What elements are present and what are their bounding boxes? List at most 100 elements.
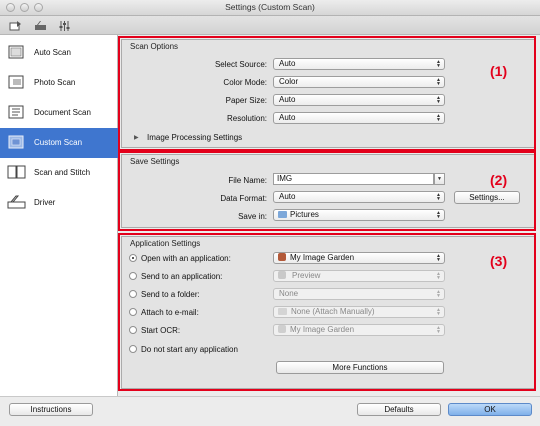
marker-1: (1) (490, 63, 508, 79)
paper-size-dropdown[interactable]: Auto ▲ ▼ (273, 94, 445, 106)
color-mode-label: Color Mode: (223, 78, 267, 87)
my-image-garden-icon (278, 325, 286, 333)
general-settings-icon[interactable] (58, 19, 71, 32)
updown-arrows-icon: ▲ ▼ (436, 77, 441, 87)
color-mode-value: Color (279, 77, 299, 86)
auto-scan-icon (7, 44, 27, 61)
resolution-dropdown[interactable]: Auto ▲ ▼ (273, 112, 445, 124)
custom-scan-icon (7, 134, 27, 151)
instructions-button[interactable]: Instructions (9, 403, 93, 416)
radio-button[interactable] (129, 345, 137, 353)
updown-arrows-icon: ▲ ▼ (436, 95, 441, 105)
resolution-label: Resolution: (226, 114, 267, 123)
chevron-down-icon: ▼ (437, 176, 442, 182)
send-to-folder-dropdown[interactable]: None ▲ ▼ (273, 288, 445, 300)
send-to-folder-radio[interactable]: Send to a folder: (129, 288, 200, 300)
radio-label: Send to a folder: (141, 289, 200, 299)
sidebar-item-document-scan[interactable]: Document Scan (0, 98, 118, 128)
photo-scan-icon (7, 74, 27, 91)
scan-mode-sidebar: Auto Scan Photo Scan Document Scan Custo… (0, 35, 118, 396)
attach-to-email-value: None (Attach Manually) (291, 307, 375, 316)
radio-button[interactable] (129, 308, 137, 316)
updown-arrows-icon: ▲ ▼ (436, 59, 441, 69)
updown-arrows-icon: ▲ ▼ (436, 325, 441, 335)
defaults-button[interactable]: Defaults (357, 403, 441, 416)
data-format-dropdown[interactable]: Auto ▲ ▼ (273, 191, 445, 203)
select-source-label: Select Source: (214, 60, 267, 69)
file-name-input[interactable]: IMG (273, 173, 434, 185)
sidebar-item-label: Driver (34, 198, 56, 207)
open-with-application-value: My Image Garden (290, 253, 355, 262)
open-with-application-radio[interactable]: Open with an application: (129, 252, 231, 264)
sidebar-item-driver[interactable]: Driver (0, 188, 118, 218)
open-with-application-dropdown[interactable]: My Image Garden ▲ ▼ (273, 252, 445, 264)
disclosure-triangle-icon[interactable]: ▶ (134, 134, 139, 141)
close-window-button[interactable] (6, 3, 15, 12)
updown-arrows-icon: ▲ ▼ (436, 113, 441, 123)
radio-label: Start OCR: (141, 325, 181, 335)
radio-button[interactable] (129, 272, 137, 280)
zoom-window-button[interactable] (34, 3, 43, 12)
updown-arrows-icon: ▲ ▼ (436, 289, 441, 299)
attach-to-email-dropdown[interactable]: None (Attach Manually) ▲ ▼ (273, 306, 445, 318)
start-ocr-radio[interactable]: Start OCR: (129, 324, 180, 336)
updown-arrows-icon: ▲ ▼ (436, 253, 441, 263)
send-to-folder-value: None (279, 289, 299, 298)
updown-arrows-icon: ▲ ▼ (436, 271, 441, 281)
radio-button[interactable] (129, 254, 137, 262)
ok-button[interactable]: OK (448, 403, 532, 416)
radio-label: Send to an application: (141, 271, 223, 281)
color-mode-dropdown[interactable]: Color ▲ ▼ (273, 76, 445, 88)
sidebar-item-custom-scan[interactable]: Custom Scan (0, 128, 118, 158)
preview-app-icon (278, 271, 286, 279)
sidebar-item-scan-and-stitch[interactable]: Scan and Stitch (0, 158, 118, 188)
document-scan-icon (7, 104, 27, 121)
my-image-garden-icon (278, 253, 286, 261)
radio-button[interactable] (129, 290, 137, 298)
scan-options-title: Scan Options (130, 42, 179, 51)
scan-settings-icon[interactable] (9, 19, 22, 32)
send-to-application-dropdown[interactable]: Preview ▲ ▼ (273, 270, 445, 282)
file-name-dropdown-button[interactable]: ▼ (434, 173, 445, 185)
scan-stitch-icon (7, 164, 27, 181)
title-bar: Settings (Custom Scan) (0, 0, 540, 16)
attach-to-email-radio[interactable]: Attach to e-mail: (129, 306, 199, 318)
save-in-label: Save in: (238, 212, 267, 221)
driver-icon (7, 194, 27, 211)
send-to-application-value: Preview (292, 271, 321, 280)
mail-app-icon (278, 308, 287, 315)
sidebar-item-label: Scan and Stitch (34, 168, 91, 177)
folder-icon (278, 211, 287, 218)
sidebar-item-label: Auto Scan (34, 48, 71, 57)
save-in-dropdown[interactable]: Pictures ▲ ▼ (273, 209, 445, 221)
updown-arrows-icon: ▲ ▼ (436, 192, 441, 202)
start-ocr-value: My Image Garden (290, 325, 355, 334)
radio-label: Attach to e-mail: (141, 307, 199, 317)
more-functions-button[interactable]: More Functions (276, 361, 444, 374)
minimize-window-button[interactable] (20, 3, 29, 12)
paper-size-label: Paper Size: (225, 96, 267, 105)
scanner-icon[interactable] (34, 19, 47, 32)
sidebar-item-photo-scan[interactable]: Photo Scan (0, 68, 118, 98)
sidebar-item-auto-scan[interactable]: Auto Scan (0, 38, 118, 68)
send-to-application-radio[interactable]: Send to an application: (129, 270, 222, 282)
select-source-dropdown[interactable]: Auto ▲ ▼ (273, 58, 445, 70)
window-title: Settings (Custom Scan) (225, 2, 315, 12)
start-ocr-dropdown[interactable]: My Image Garden ▲ ▼ (273, 324, 445, 336)
application-settings-title: Application Settings (130, 239, 201, 248)
marker-3: (3) (490, 253, 508, 269)
radio-button[interactable] (129, 326, 137, 334)
data-format-label: Data Format: (220, 194, 267, 203)
file-name-label: File Name: (228, 176, 267, 185)
updown-arrows-icon: ▲ ▼ (436, 307, 441, 317)
select-source-value: Auto (279, 59, 296, 68)
toolbar (0, 16, 540, 35)
data-format-value: Auto (279, 192, 296, 201)
marker-2: (2) (490, 172, 508, 188)
save-in-value: Pictures (290, 210, 319, 219)
save-format-settings-button[interactable]: Settings... (454, 191, 520, 204)
sidebar-item-label: Photo Scan (34, 78, 76, 87)
image-processing-settings-toggle[interactable]: Image Processing Settings (147, 133, 242, 142)
do-not-start-application-radio[interactable]: Do not start any application (129, 343, 238, 355)
save-settings-title: Save Settings (130, 157, 180, 166)
